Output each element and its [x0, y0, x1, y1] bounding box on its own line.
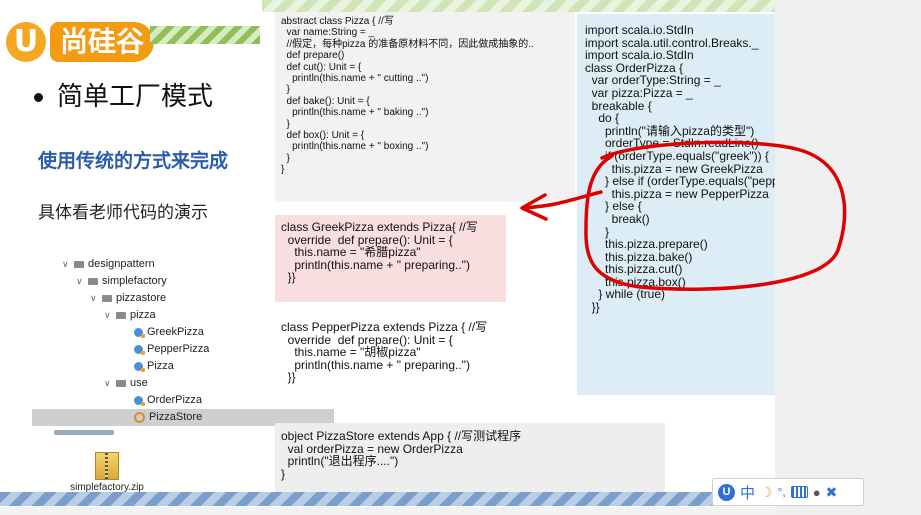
code-block-order-pizza: import scala.io.StdIn import scala.util.… [577, 14, 775, 395]
ime-toolbar[interactable]: U 中 ☽ °, ● ✖ [712, 478, 864, 506]
chevron-down-icon[interactable]: ∨ [90, 290, 100, 307]
tree-item-pizza[interactable]: ∨ pizza [62, 307, 247, 324]
code-block-pepper-pizza: class PepperPizza extends Pizza { //写 ov… [275, 315, 506, 400]
outer-background [775, 0, 921, 515]
scala-class-icon [134, 361, 145, 372]
tree-item-label: PizzaStore [149, 411, 203, 423]
chevron-down-icon[interactable]: ∨ [104, 375, 114, 392]
slide-bullet-title: 简单工厂模式 [34, 76, 213, 113]
tree-item-label: Pizza [147, 360, 174, 372]
code-pizza-store: object PizzaStore extends App { //写测试程序 … [281, 429, 522, 481]
tree-item-label: pizza [130, 309, 156, 321]
scala-object-icon [134, 411, 145, 423]
tree-item-pizza-class[interactable]: Pizza [62, 358, 247, 375]
tree-item-label: simplefactory [102, 275, 167, 287]
code-block-greek-pizza: class GreekPizza extends Pizza{ //写 over… [275, 215, 506, 302]
tree-item-label: designpattern [88, 258, 155, 270]
code-greek-pizza: class GreekPizza extends Pizza{ //写 over… [281, 220, 478, 285]
tree-item-label: OrderPizza [147, 394, 203, 406]
keyboard-icon[interactable] [790, 486, 808, 498]
folder-icon [88, 277, 98, 285]
folder-icon [102, 294, 112, 302]
folder-icon [116, 379, 126, 387]
tree-item-label: pizzastore [116, 292, 167, 304]
code-pepper-pizza: class PepperPizza extends Pizza { //写 ov… [281, 320, 488, 385]
code-order-pizza: import scala.io.StdIn import scala.util.… [585, 23, 775, 315]
code-abstract-pizza: abstract class Pizza { //写 var name:Stri… [281, 16, 534, 176]
moon-icon[interactable]: ☽ [760, 484, 773, 501]
punctuation-icon[interactable]: °, [778, 485, 786, 499]
tree-truncated-item [54, 430, 114, 435]
tree-item-pizzastore[interactable]: ∨ pizzastore [62, 290, 247, 307]
tree-item-label: use [130, 377, 148, 389]
ime-logo-icon[interactable]: U [718, 483, 735, 501]
scala-class-icon [134, 395, 145, 406]
user-icon[interactable]: ● [813, 485, 821, 500]
chevron-down-icon[interactable]: ∨ [62, 256, 72, 273]
brand-logo: U 尚硅谷 [6, 20, 156, 66]
tree-item-designpattern[interactable]: ∨ designpattern [62, 256, 247, 273]
tree-item-label: PepperPizza [147, 343, 210, 355]
slide-description: 具体看老师代码的演示 [38, 203, 208, 223]
wrench-icon[interactable]: ✖ [826, 484, 838, 501]
slide-subtitle: 使用传统的方式来完成 [38, 150, 229, 172]
folder-icon [74, 260, 84, 268]
tree-item-simplefactory[interactable]: ∨ simplefactory [62, 273, 247, 290]
code-block-pizza-store: object PizzaStore extends App { //写测试程序 … [275, 423, 665, 492]
logo-brand-text: 尚硅谷 [50, 22, 155, 62]
folder-icon [116, 311, 126, 319]
decorative-top-stripe [262, 0, 775, 12]
chevron-down-icon[interactable]: ∨ [76, 273, 86, 290]
zip-file-label: simplefactory.zip [70, 482, 144, 493]
zip-archive-icon[interactable] [95, 452, 119, 480]
decorative-bottom-stripe [0, 492, 775, 506]
code-block-abstract-pizza: abstract class Pizza { //写 var name:Stri… [275, 12, 575, 202]
tree-item-orderpizza[interactable]: OrderPizza [62, 392, 247, 409]
scala-class-icon [134, 344, 145, 355]
project-tree: ∨ designpattern ∨ simplefactory ∨ pizzastor… [32, 256, 334, 426]
chevron-down-icon[interactable]: ∨ [104, 307, 114, 324]
logo-circle-icon: U [6, 22, 46, 62]
scala-class-icon [134, 327, 145, 338]
zip-file[interactable]: simplefactory.zip [62, 452, 152, 493]
chinese-mode-icon[interactable]: 中 [740, 482, 755, 503]
tree-item-greekpizza[interactable]: GreekPizza [62, 324, 247, 341]
tree-item-use[interactable]: ∨ use [62, 375, 247, 392]
bullet-dot-icon [34, 93, 43, 102]
tree-item-label: GreekPizza [147, 326, 204, 338]
bullet-title-text: 简单工厂模式 [57, 82, 214, 112]
logo-stripe-decoration [150, 26, 260, 44]
tree-item-pepperpizza[interactable]: PepperPizza [62, 341, 247, 358]
